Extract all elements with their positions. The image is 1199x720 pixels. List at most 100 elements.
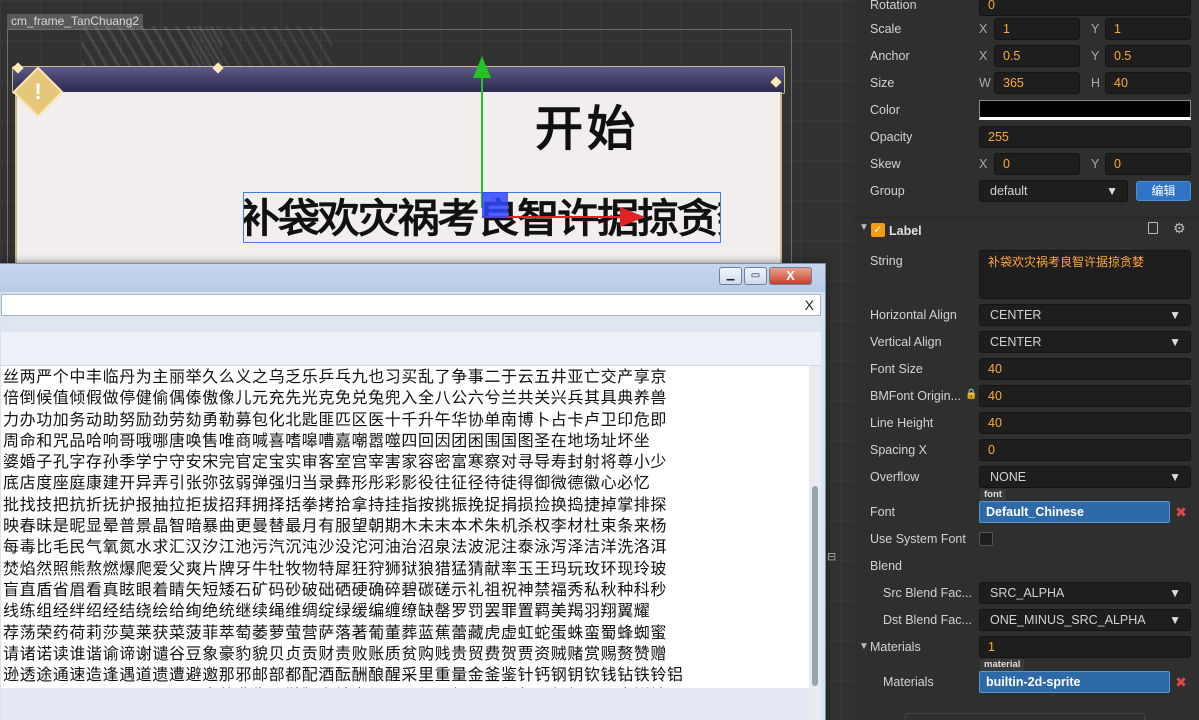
dst-blend-dropdown[interactable]: ONE_MINUS_SRC_ALPHA ▼ xyxy=(979,609,1191,631)
src-blend-row: Src Blend Fac... SRC_ALPHA ▼ xyxy=(855,582,1199,609)
spacing-x-input[interactable]: 0 xyxy=(979,439,1191,461)
caret-down-icon: ▼ xyxy=(1106,184,1118,198)
component-title: Label xyxy=(889,224,922,238)
edit-group-button[interactable]: 编辑 xyxy=(1136,181,1191,201)
scrollbar-thumb[interactable] xyxy=(812,486,818,686)
anchor-y-input[interactable]: 0.5 xyxy=(1105,45,1191,67)
font-size-row: Font Size 40 xyxy=(855,358,1199,385)
dialog-frame-sprite[interactable]: ! xyxy=(12,26,785,296)
font-asset-field[interactable]: font Default_Chinese ✖ xyxy=(979,489,1187,523)
gear-icon[interactable]: ⚙ xyxy=(1173,220,1186,237)
group-row: Group default ▼ 编辑 xyxy=(855,180,1199,207)
size-h-axis-label: H xyxy=(1091,76,1101,90)
window-titlebar[interactable]: ▁ ▭ X xyxy=(0,264,825,292)
add-component-button[interactable] xyxy=(905,713,1145,720)
group-label: Group xyxy=(870,184,905,198)
vertical-scrollbar[interactable] xyxy=(809,366,821,720)
string-label: String xyxy=(870,254,903,268)
vertical-align-dropdown[interactable]: CENTER ▼ xyxy=(979,331,1191,353)
scale-label: Scale xyxy=(870,22,902,36)
vertical-align-label: Vertical Align xyxy=(870,335,942,349)
glyph-line: 底店度座庭康建开异弄引张弥弦弱弹强归当录彝形彤彩影役往征径待徒得御微德徽心必忆 xyxy=(3,473,651,493)
minimize-button[interactable]: ▁ xyxy=(719,267,742,285)
font-preview-window[interactable]: ▁ ▭ X X 丝两严个中丰临丹为主丽举久么义之乌乏乐乒乓九也习买乱了争事二于云… xyxy=(0,263,826,720)
glyph-line: 力办功加务动助努励劲劳劾勇勒募包化北匙匪匹区医十千升午华协单南博卜占卡卢卫印危即 xyxy=(3,409,668,429)
overflow-dropdown[interactable]: NONE ▼ xyxy=(979,466,1191,488)
size-width-input[interactable]: 365 xyxy=(994,72,1080,94)
move-gizmo-xy-handle[interactable] xyxy=(482,192,508,218)
blend-label: Blend xyxy=(870,559,902,573)
use-system-font-checkbox[interactable] xyxy=(979,532,993,546)
clear-asset-icon[interactable]: ✖ xyxy=(1171,672,1191,692)
glyph-list: 丝两严个中丰临丹为主丽举久么义之乌乏乐乒乓九也习买乱了争事二于云五井亚亡交产享京… xyxy=(1,366,809,688)
frame-decoration xyxy=(192,26,332,66)
move-gizmo-y-axis[interactable] xyxy=(481,74,483,208)
src-blend-value: SRC_ALPHA xyxy=(990,586,1065,600)
help-book-icon[interactable] xyxy=(1148,222,1158,234)
glyph-line: 逊透途通速造逢遇道遗遭避邀那邪邮部都配酒酝酬酿醒采里重量金釜鉴针钙钢钥钦钱钻铁铃… xyxy=(3,665,684,685)
collapse-arrow-icon[interactable]: ▼ xyxy=(859,641,869,652)
line-height-input[interactable]: 40 xyxy=(979,412,1191,434)
lock-icon: 🔒 xyxy=(965,389,978,400)
glyph-line: 婆婚子孔字存孙季学宁守安宋完官定宝实审客室宫宰害家容密富寒察对寻导寿封射将尊小少 xyxy=(3,452,668,472)
font-size-input[interactable]: 40 xyxy=(979,358,1191,380)
skew-label: Skew xyxy=(870,157,901,171)
anchor-x-input[interactable]: 0.5 xyxy=(994,45,1080,67)
rotation-input[interactable]: 0 xyxy=(979,0,1191,16)
string-textarea[interactable]: 补袋欢灾祸考良智许据掠贪婪 xyxy=(979,250,1191,299)
skew-y-axis-label: Y xyxy=(1091,157,1100,171)
scale-y-axis-label: Y xyxy=(1091,22,1100,36)
horizontal-align-value: CENTER xyxy=(990,308,1042,322)
group-dropdown[interactable]: default ▼ xyxy=(979,180,1128,202)
use-system-font-label: Use System Font xyxy=(870,532,966,546)
collapse-arrow-icon[interactable]: ▼ xyxy=(859,222,869,233)
caret-down-icon: ▼ xyxy=(1169,613,1181,627)
skew-y-input[interactable]: 0 xyxy=(1105,153,1191,175)
font-row: Font font Default_Chinese ✖ xyxy=(855,489,1199,528)
opacity-label: Opacity xyxy=(870,130,913,144)
material-item-label: Materials xyxy=(883,675,934,689)
skew-x-input[interactable]: 0 xyxy=(994,153,1080,175)
overflow-row: Overflow NONE ▼ xyxy=(855,466,1199,493)
asset-type-tag: font xyxy=(980,489,1006,501)
anchor-label: Anchor xyxy=(870,49,910,63)
anchor-y-axis-label: Y xyxy=(1091,49,1100,63)
clear-asset-icon[interactable]: ✖ xyxy=(1171,502,1191,522)
vertical-align-row: Vertical Align CENTER ▼ xyxy=(855,331,1199,358)
spacing-x-row: Spacing X 0 xyxy=(855,439,1199,466)
title-label-node[interactable]: 开始 xyxy=(535,100,639,158)
material-asset-field[interactable]: material builtin-2d-sprite ✖ xyxy=(979,659,1187,693)
material-item-row: Materials material builtin-2d-sprite ✖ xyxy=(855,659,1199,698)
window-footer xyxy=(1,688,809,720)
component-enabled-checkbox[interactable]: ✓ xyxy=(871,223,885,237)
move-gizmo-y-arrow[interactable] xyxy=(473,56,491,78)
bmfont-size-input[interactable]: 40 xyxy=(979,385,1191,407)
src-blend-dropdown[interactable]: SRC_ALPHA ▼ xyxy=(979,582,1191,604)
opacity-input[interactable]: 255 xyxy=(979,126,1191,148)
close-button[interactable]: X xyxy=(769,267,812,285)
blend-row: Blend xyxy=(855,555,1199,582)
frame-header-bar xyxy=(12,66,785,94)
glyph-line: 请诸诺读谁谐谕谛谢谴谷豆象豪豹貌贝贞贡财责败账质贫购贱贵贸费贺贾资贼赌赏赐赘赞赠 xyxy=(3,643,668,663)
color-row: Color xyxy=(855,99,1199,126)
horizontal-align-dropdown[interactable]: CENTER ▼ xyxy=(979,304,1191,326)
glyph-line: 批找技把抗折抚护报抽拉拒拔招拜拥择括拳拷拾拿持挂指按挑振挽捉捐损捡换捣捷掉掌排探 xyxy=(3,494,668,514)
move-gizmo-x-arrow[interactable] xyxy=(620,207,645,227)
glyph-line: 线练组经绊绍经结绕绘给绚绝统继续绳维绸绽绿缓编缠缭缺罄罗罚罢罪置羁美羯羽翔翼耀 xyxy=(3,601,651,621)
rotation-label: Rotation xyxy=(870,0,917,12)
scale-row: Scale X 1 Y 1 xyxy=(855,18,1199,45)
close-tab-icon[interactable]: X xyxy=(805,297,814,313)
skew-x-axis-label: X xyxy=(979,157,988,171)
size-height-input[interactable]: 40 xyxy=(1105,72,1191,94)
glyph-line: 丝两严个中丰临丹为主丽举久么义之乌乏乐乒乓九也习买乱了争事二于云五井亚亡交产享京 xyxy=(3,367,668,386)
scale-y-input[interactable]: 1 xyxy=(1105,18,1191,40)
anchor-row: Anchor X 0.5 Y 0.5 xyxy=(855,45,1199,72)
maximize-button[interactable]: ▭ xyxy=(744,267,767,285)
label-component-header[interactable]: ▼ ✓ Label ⚙ xyxy=(855,217,1199,243)
color-swatch[interactable] xyxy=(979,100,1191,120)
glyph-line: 每毒比毛民气氧氮水求汇汉汐江池污汽沉沌沙没沱河油治沼泉法波泥注泰泳泻泽洁洋洗洛洱 xyxy=(3,537,668,557)
panel-splitter-icon[interactable]: ⊟ xyxy=(827,550,837,580)
group-value: default xyxy=(990,184,1028,198)
materials-count-input[interactable]: 1 xyxy=(979,636,1191,658)
scale-x-input[interactable]: 1 xyxy=(994,18,1080,40)
